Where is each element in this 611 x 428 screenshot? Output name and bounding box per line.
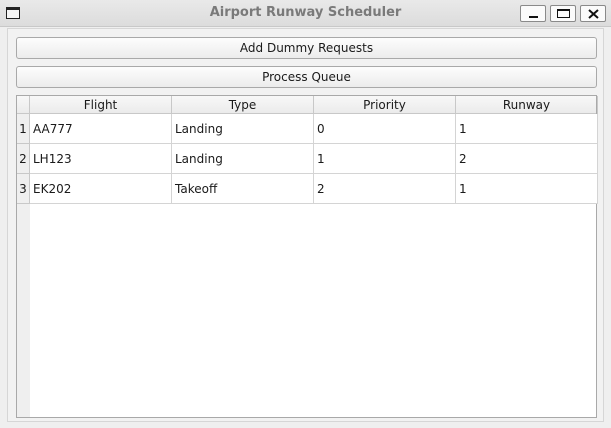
column-header-flight[interactable]: Flight: [30, 96, 172, 114]
table-row[interactable]: 1 AA777 Landing 0 1: [17, 114, 598, 144]
column-header-runway[interactable]: Runway: [456, 96, 598, 114]
row-header[interactable]: 3: [17, 174, 30, 204]
cell-type[interactable]: Landing: [172, 144, 314, 174]
cell-flight[interactable]: EK202: [30, 174, 172, 204]
cell-priority[interactable]: 2: [314, 174, 456, 204]
add-dummy-requests-button[interactable]: Add Dummy Requests: [16, 37, 597, 59]
column-header-priority[interactable]: Priority: [314, 96, 456, 114]
table-header: Flight Type Priority Runway: [17, 96, 598, 114]
main-window: Airport Runway Scheduler Add Dummy Reque…: [0, 0, 611, 428]
cell-priority[interactable]: 1: [314, 144, 456, 174]
minimize-icon[interactable]: [520, 5, 546, 22]
cell-flight[interactable]: LH123: [30, 144, 172, 174]
row-header[interactable]: 2: [17, 144, 30, 174]
cell-runway[interactable]: 1: [456, 114, 598, 144]
flight-table[interactable]: Flight Type Priority Runway 1 AA777 Land…: [16, 95, 598, 418]
cell-type[interactable]: Takeoff: [172, 174, 314, 204]
table-corner-button[interactable]: [17, 96, 30, 114]
close-icon[interactable]: [580, 5, 606, 22]
cell-flight[interactable]: AA777: [30, 114, 172, 144]
cell-priority[interactable]: 0: [314, 114, 456, 144]
maximize-icon[interactable]: [550, 5, 576, 22]
cell-runway[interactable]: 1: [456, 174, 598, 204]
content-area: Add Dummy Requests Process Queue Flight …: [7, 28, 604, 422]
cell-runway[interactable]: 2: [456, 144, 598, 174]
table-row[interactable]: 2 LH123 Landing 1 2: [17, 144, 598, 174]
title-bar[interactable]: Airport Runway Scheduler: [0, 0, 611, 27]
column-header-type[interactable]: Type: [172, 96, 314, 114]
cell-type[interactable]: Landing: [172, 114, 314, 144]
process-queue-button[interactable]: Process Queue: [16, 66, 597, 88]
row-header[interactable]: 1: [17, 114, 30, 144]
table-row[interactable]: 3 EK202 Takeoff 2 1: [17, 174, 598, 204]
